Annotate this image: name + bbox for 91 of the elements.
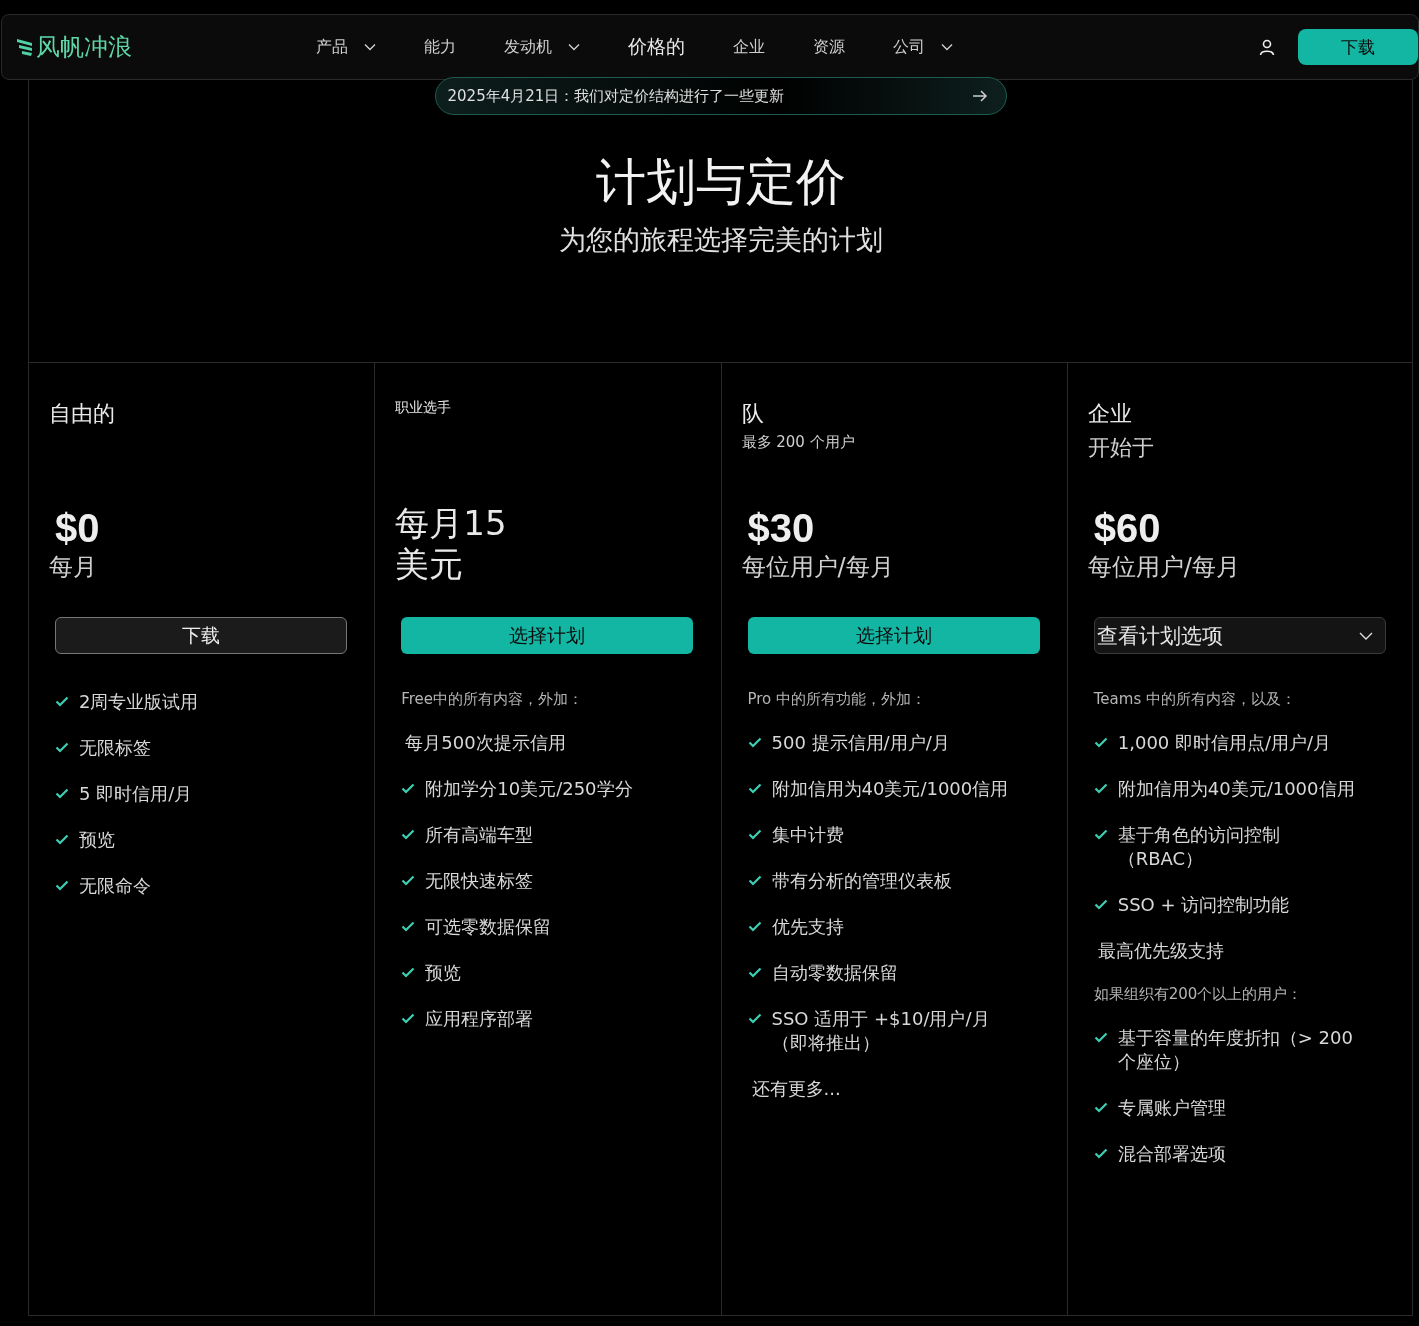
plan-price: $30: [747, 505, 816, 551]
check-icon: [401, 783, 416, 794]
plan-subtitle: 最多 200 个用户: [741, 433, 856, 452]
check-icon: [1093, 829, 1108, 840]
plan-price: 每月15美元: [395, 503, 508, 585]
check-icon: [55, 834, 69, 845]
nav-link[interactable]: 公司: [893, 36, 953, 58]
feature-text: 自动零数据保留: [771, 961, 898, 985]
announcement-text: 2025年4月21日：我们对定价结构进行了一些更新: [447, 86, 785, 106]
nav-link[interactable]: 企业: [733, 36, 765, 58]
check-icon: [1093, 737, 1108, 748]
feature-text: 基于容量的年度折扣（> 200个座位）: [1117, 1026, 1354, 1074]
feature-text: 带有分析的管理仪表板: [771, 869, 952, 893]
feature-text: 2周专业版试用: [79, 690, 199, 714]
feature-text: 1,000 即时信用点/用户/月: [1117, 731, 1332, 755]
feature-text: 预览: [79, 828, 115, 852]
feature-intro: Pro 中的所有功能，外加：: [747, 690, 927, 709]
page-title: 计划与定价: [594, 152, 847, 213]
nav-link[interactable]: 产品: [316, 36, 376, 58]
download-button[interactable]: 下载: [1298, 29, 1418, 65]
check-icon: [401, 967, 416, 978]
feature-text: 基于角色的访问控制（RBAC）: [1117, 823, 1281, 871]
check-icon: [55, 696, 69, 707]
feature-text: 混合部署选项: [1117, 1142, 1226, 1166]
plan-subtitle: 开始于: [1087, 434, 1155, 462]
nav-link[interactable]: 发动机: [504, 36, 580, 58]
feature-text: 专属账户管理: [1117, 1096, 1226, 1120]
user-icon[interactable]: [1258, 38, 1276, 56]
feature-text: 500 提示信用/用户/月: [771, 731, 950, 755]
price-period: 每月: [49, 551, 98, 583]
check-icon: [747, 921, 762, 932]
check-icon: [747, 783, 762, 794]
check-icon: [401, 1013, 416, 1024]
select-plan-button[interactable]: 选择计划: [747, 617, 1040, 654]
arrow-right-icon: [971, 90, 988, 102]
feature-text: 无限标签: [79, 736, 151, 760]
check-icon: [1093, 1148, 1108, 1159]
price-period: 每位用户/每月: [1087, 551, 1241, 583]
page-subtitle: 为您的旅程选择完美的计划: [558, 223, 883, 257]
check-icon: [1093, 783, 1108, 794]
check-icon: [747, 1013, 762, 1024]
price-period: 每位用户/每月: [741, 551, 895, 583]
feature-text: 无限快速标签: [425, 869, 534, 893]
plan-name: 队: [741, 400, 765, 428]
check-icon: [747, 737, 762, 748]
feature-text: 最高优先级支持: [1097, 939, 1224, 963]
check-icon: [747, 967, 762, 978]
feature-text: 预览: [425, 961, 462, 985]
check-icon: [1093, 899, 1108, 910]
plan-price: $60: [1093, 505, 1162, 551]
feature-text: 可选零数据保留: [425, 915, 552, 939]
plan-name: 职业选手: [395, 399, 453, 417]
feature-text: 附加信用为40美元/1000信用: [1117, 777, 1355, 801]
check-icon: [401, 921, 416, 932]
feature-text: SSO + 访问控制功能: [1117, 893, 1290, 917]
check-icon: [1093, 1032, 1108, 1043]
plan-name: 自由的: [49, 400, 116, 428]
feature-text: SSO 适用于 +$10/用户/月（即将推出）: [771, 1007, 991, 1055]
check-icon: [747, 829, 762, 840]
feature-intro: Free中的所有内容，外加：: [401, 690, 584, 709]
feature-text: 附加信用为40美元/1000信用: [771, 777, 1009, 801]
feature-text: 集中计费: [771, 823, 844, 847]
nav-link[interactable]: 能力: [424, 36, 456, 58]
chevron-down-icon: [1358, 631, 1373, 640]
feature-text: 应用程序部署: [425, 1007, 534, 1031]
check-icon: [55, 742, 69, 753]
check-icon: [401, 875, 416, 886]
check-icon: [55, 788, 69, 799]
feature-text: 无限命令: [79, 874, 151, 898]
feature-text: 所有高端车型: [425, 823, 534, 847]
download-button[interactable]: 下载: [55, 617, 347, 654]
feature-text: 每月500次提示信用: [405, 731, 566, 755]
select-plan-button[interactable]: 选择计划: [401, 617, 694, 654]
feature-intro: Teams 中的所有内容，以及：: [1093, 690, 1296, 709]
feature-intro: 如果组织有200个以上的用户：: [1093, 985, 1303, 1004]
nav-link[interactable]: 价格的: [628, 34, 685, 60]
check-icon: [401, 829, 416, 840]
check-icon: [1093, 1102, 1108, 1113]
announcement-banner[interactable]: 2025年4月21日：我们对定价结构进行了一些更新: [434, 77, 1007, 115]
plan-options-dropdown[interactable]: 查看计划选项: [1093, 617, 1386, 654]
feature-text: 优先支持: [771, 915, 844, 939]
feature-text: 5 即时信用/月: [79, 782, 193, 806]
check-icon: [747, 875, 762, 886]
plan-price: $0: [55, 505, 101, 551]
check-icon: [55, 880, 69, 891]
sail-logo-icon: [16, 37, 34, 57]
feature-text: 还有更多...: [751, 1077, 841, 1101]
nav-link[interactable]: 资源: [813, 36, 845, 58]
feature-text: 附加学分10美元/250学分: [425, 777, 633, 801]
plan-name: 企业: [1087, 400, 1133, 428]
logo-text[interactable]: 风帆冲浪: [36, 31, 132, 63]
